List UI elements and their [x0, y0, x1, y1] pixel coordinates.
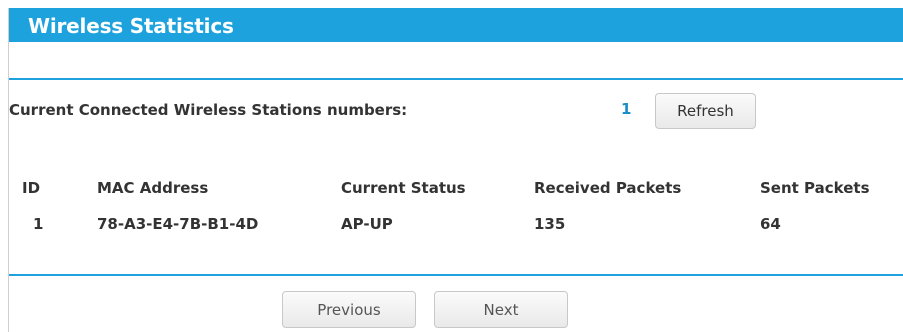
column-header-current-status: Current Status: [341, 179, 466, 197]
table-row-sent-packets: 64: [760, 215, 781, 233]
table-row-id: 1: [33, 215, 44, 233]
column-header-received-packets: Received Packets: [534, 179, 682, 197]
next-button[interactable]: Next: [434, 291, 568, 328]
column-header-mac-address: MAC Address: [97, 179, 209, 197]
column-header-sent-packets: Sent Packets: [760, 179, 870, 197]
page-title: Wireless Statistics: [28, 14, 234, 38]
previous-button[interactable]: Previous: [282, 291, 416, 328]
table-row-status: AP-UP: [341, 215, 393, 233]
stations-count-label: Current Connected Wireless Stations numb…: [9, 101, 408, 119]
divider-top: [9, 78, 903, 80]
refresh-button[interactable]: Refresh: [655, 93, 756, 129]
stations-count-value: 1: [621, 100, 632, 118]
divider-bottom: [9, 274, 903, 276]
column-header-id: ID: [22, 179, 41, 197]
table-row-mac-address: 78-A3-E4-7B-B1-4D: [97, 215, 259, 233]
table-row-received-packets: 135: [534, 215, 566, 233]
content-frame: [8, 8, 903, 332]
